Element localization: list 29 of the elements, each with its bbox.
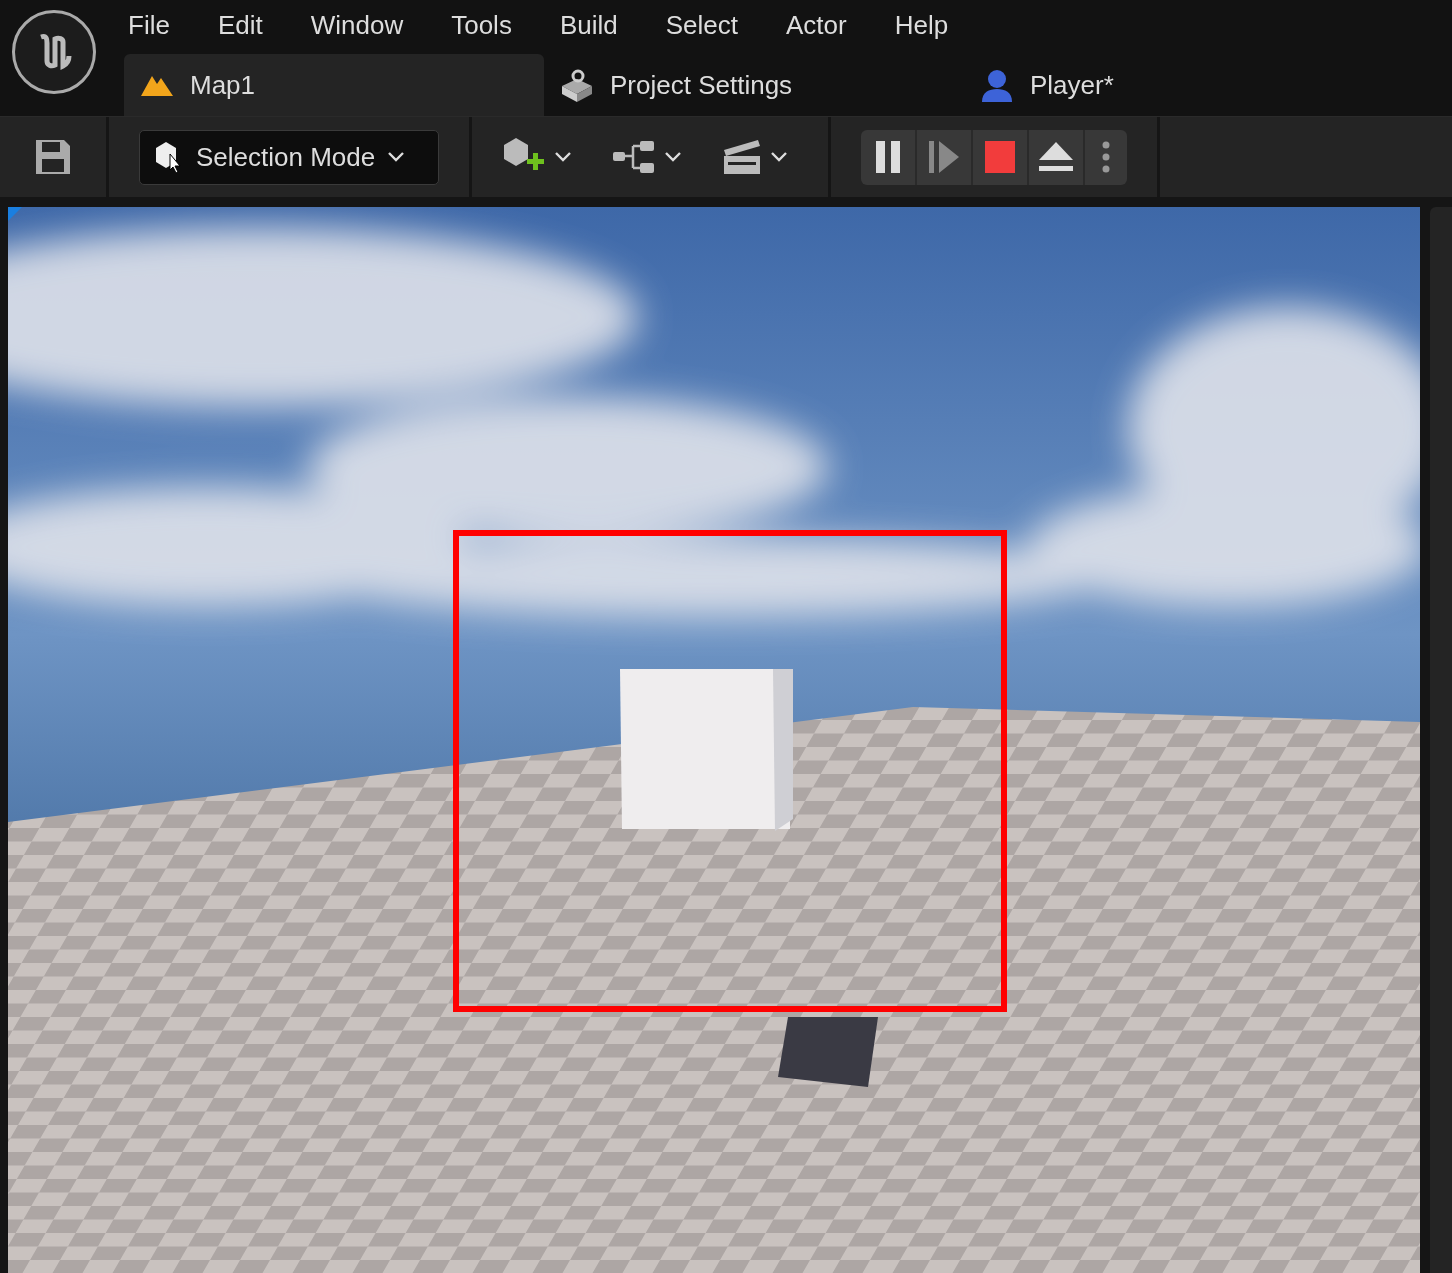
more-icon	[1102, 141, 1110, 173]
cinematics-button[interactable]	[722, 138, 788, 176]
node-graph-icon	[612, 139, 656, 175]
chevron-down-icon	[770, 151, 788, 163]
person-icon	[980, 68, 1014, 102]
stop-icon	[985, 141, 1015, 173]
selection-mode-dropdown[interactable]: Selection Mode	[139, 129, 439, 185]
menu-item[interactable]: Edit	[217, 9, 263, 41]
menu-item[interactable]: Actor	[786, 9, 847, 41]
menu-item[interactable]: Window	[310, 9, 404, 41]
blueprint-button[interactable]	[612, 139, 682, 175]
chevron-down-icon	[664, 151, 682, 163]
corner-marker-icon	[8, 207, 22, 221]
document-tab[interactable]: Map1	[124, 54, 544, 116]
chevron-down-icon	[387, 151, 406, 163]
pause-icon	[875, 141, 901, 173]
menu-item[interactable]: File	[128, 9, 170, 41]
gear-box-icon	[560, 68, 594, 102]
eject-icon	[1039, 142, 1073, 172]
menu-item[interactable]: Help	[894, 9, 949, 41]
menu-item[interactable]: Tools	[451, 9, 512, 41]
menu-item[interactable]: Build	[559, 9, 618, 41]
document-tab[interactable]: Project Settings	[544, 54, 964, 116]
chevron-down-icon	[554, 151, 572, 163]
save-icon[interactable]	[35, 139, 71, 175]
document-tab[interactable]: Player*	[964, 54, 1384, 116]
clapperboard-icon	[722, 138, 762, 176]
step-forward-icon	[928, 141, 960, 173]
menu-item[interactable]: Select	[665, 9, 738, 41]
